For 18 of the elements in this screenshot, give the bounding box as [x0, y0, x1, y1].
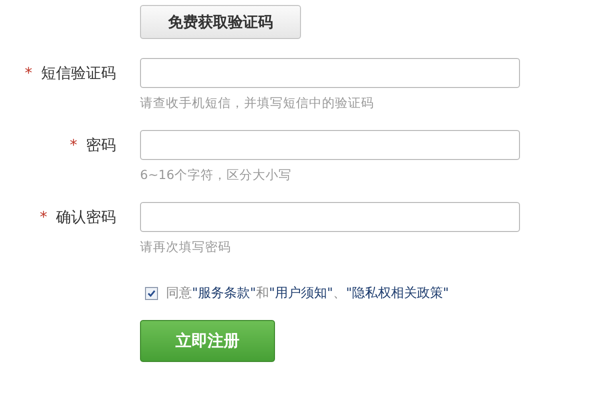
agree-checkbox[interactable] — [145, 286, 158, 300]
policy-link[interactable]: "服务条款" — [192, 286, 256, 301]
field-hint: 请查收手机短信，并填写短信中的验证码 — [140, 95, 375, 112]
field-hint: 6~16个字符，区分大小写 — [140, 167, 292, 184]
input-field[interactable] — [140, 130, 520, 160]
policy-link[interactable]: "隐私权相关政策" — [346, 286, 449, 301]
field-label: 密码 — [86, 136, 116, 154]
policy-link[interactable]: "用户须知" — [268, 286, 333, 301]
input-field[interactable] — [140, 202, 520, 232]
field-label: 确认密码 — [56, 208, 116, 226]
field-hint: 请再次填写密码 — [140, 239, 232, 256]
get-code-button[interactable]: 免费获取验证码 — [140, 5, 301, 39]
required-mark: * — [70, 136, 78, 154]
required-mark: * — [40, 208, 48, 226]
agreement-text: 同意"服务条款"和"用户须知"、"隐私权相关政策" — [166, 285, 449, 302]
input-field[interactable] — [140, 58, 520, 88]
required-mark: * — [24, 64, 32, 82]
field-label: 短信验证码 — [41, 64, 116, 82]
